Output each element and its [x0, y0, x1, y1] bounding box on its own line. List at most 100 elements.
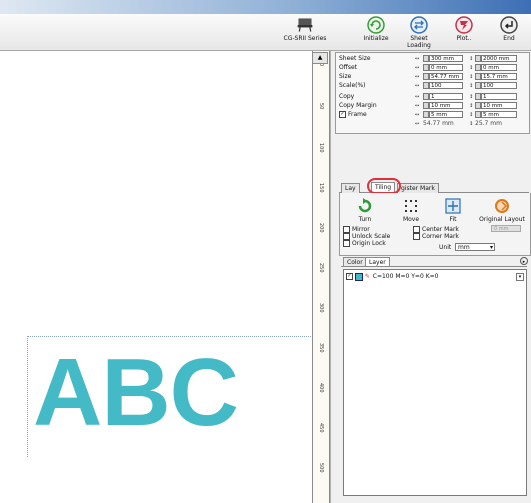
ruler-label: 500	[318, 463, 324, 473]
ruler-label: 100	[318, 143, 324, 153]
ruler-label: 400	[318, 383, 324, 393]
unit-select[interactable]: mm ▾	[455, 243, 495, 251]
tab-divider	[341, 266, 527, 267]
frame-checkbox[interactable]: ✓ Frame	[339, 111, 409, 119]
corner-mark-checkbox[interactable]: Corner Mark	[413, 233, 459, 240]
copy-y-field[interactable]: 1	[481, 93, 517, 100]
checkbox-box[interactable]	[413, 226, 420, 233]
unlock-scale-checkbox[interactable]: Unlock Scale	[343, 233, 390, 240]
refresh-icon	[367, 16, 385, 34]
checkbox-box[interactable]	[413, 233, 420, 240]
color-list: ✓ ✎ C=100 M=0 Y=0 K=0 ▾	[343, 269, 527, 496]
origin-lock-checkbox[interactable]: Origin Lock	[343, 240, 386, 247]
ruler-label: 250	[318, 263, 324, 273]
swap-arrows-icon	[410, 16, 428, 34]
ruler-label: 450	[318, 423, 324, 433]
rotate-icon	[358, 198, 372, 213]
ruler-label: 150	[318, 183, 324, 193]
checkbox-icon[interactable]: ✓	[346, 273, 353, 280]
copy-x-field[interactable]: 1	[429, 93, 463, 100]
horizontal-arrow-icon: ↔	[415, 65, 420, 71]
chevron-down-icon[interactable]: ▾	[516, 273, 524, 281]
list-item[interactable]: ✓ ✎ C=100 M=0 Y=0 K=0 ▾	[346, 272, 524, 281]
vertical-arrow-icon: ↕	[469, 94, 474, 100]
move-button[interactable]: Move	[399, 198, 423, 223]
tab-register-mark[interactable]: gister Mark	[397, 183, 439, 193]
end-button[interactable]: End	[498, 16, 520, 42]
horizontal-arrow-icon: ↔	[415, 112, 420, 118]
copy-margin-y-field[interactable]: 10 mm	[481, 102, 517, 109]
initialize-label: Initialize	[363, 35, 389, 42]
vertical-arrow-icon: ↕	[469, 112, 474, 118]
sheet-width-field[interactable]: 300 mm	[429, 55, 463, 62]
center-mark-label: Center Mark	[422, 226, 459, 233]
size-x-field[interactable]: 54.77 mm	[429, 73, 463, 80]
fit-label: Fit	[449, 216, 457, 223]
settings-row: Scale(%) ↔ 100 ↕ 100	[339, 82, 529, 90]
unit-value: mm	[458, 244, 470, 251]
vertical-arrow-icon: ↕	[469, 121, 474, 127]
pen-icon: ✎	[364, 272, 370, 280]
offset-y-field[interactable]: 0 mm	[481, 64, 517, 71]
fit-button[interactable]: Fit	[441, 198, 465, 223]
color-swatch-icon	[354, 272, 363, 281]
scale-x-field[interactable]: 100	[429, 82, 463, 89]
vertical-arrow-icon: ↕	[469, 103, 474, 109]
move-label: Move	[402, 216, 420, 223]
settings-label: Copy	[339, 93, 355, 100]
sheet-height-field[interactable]: 2000 mm	[481, 55, 517, 62]
checkbox-box[interactable]	[343, 240, 350, 247]
horizontal-arrow-icon: ↔	[415, 103, 420, 109]
center-mark-checkbox[interactable]: Center Mark	[413, 226, 459, 233]
color-entry-label: C=100 M=0 Y=0 K=0	[372, 273, 439, 280]
expand-arrow-icon[interactable]: ▸	[520, 257, 528, 265]
checkbox-box[interactable]	[343, 233, 350, 240]
plot-button[interactable]: Plot..	[452, 16, 476, 42]
original-layout-label: Original Layout	[479, 216, 525, 223]
copy-margin-x-field[interactable]: 10 mm	[429, 102, 463, 109]
ruler-label: 350	[318, 343, 324, 353]
settings-label: Copy Margin	[339, 102, 377, 109]
ruler-label: 50	[318, 103, 324, 110]
device-button[interactable]: CG-SRII Series	[282, 16, 328, 42]
ruler-label: 300	[318, 303, 324, 313]
settings-label: Sheet Size	[339, 55, 371, 62]
vertical-arrow-icon: ↕	[469, 83, 474, 89]
scroll-up-button[interactable]: ▲	[312, 52, 328, 64]
tab-layout[interactable]: Lay	[341, 183, 360, 193]
frame-x-field[interactable]: 5 mm	[429, 111, 463, 118]
horizontal-arrow-icon: ↔	[415, 56, 420, 62]
horizontal-arrow-icon: ↔	[415, 83, 420, 89]
frame-checkmark-icon[interactable]: ✓	[339, 111, 346, 118]
offset-x-field[interactable]: 0 mm	[429, 64, 463, 71]
settings-label: Offset	[339, 64, 358, 71]
settings-row: Size ↔ 54.77 mm ↕ 15.7 mm	[339, 73, 529, 81]
total-width-value: 54.77 mm	[423, 120, 454, 127]
mirror-checkbox[interactable]: Mirror	[343, 226, 370, 233]
sheet-loading-button[interactable]: Sheet Loading	[400, 16, 438, 49]
frame-y-field[interactable]: 5 mm	[481, 111, 517, 118]
size-y-field[interactable]: 15.7 mm	[481, 73, 517, 80]
horizontal-arrow-icon: ↔	[415, 94, 420, 100]
origin-lock-label: Origin Lock	[352, 240, 386, 247]
scale-y-field[interactable]: 100	[481, 82, 517, 89]
settings-label: Size	[339, 73, 352, 80]
plot-label: Plot..	[456, 35, 472, 42]
mark-size-field: 0 mm	[491, 225, 521, 232]
title-bar	[0, 0, 531, 14]
frame-label: Frame	[348, 111, 367, 118]
turn-label: Turn	[358, 216, 372, 223]
vertical-arrow-icon: ↕	[469, 65, 474, 71]
unit-label: Unit	[439, 244, 452, 251]
settings-row: ✓ Frame ↔ 5 mm ↕ 5 mm	[339, 111, 529, 119]
mirror-label: Mirror	[352, 226, 370, 233]
original-layout-button[interactable]: Original Layout	[479, 198, 525, 223]
artwork-text[interactable]: ABC	[33, 345, 239, 441]
corner-mark-label: Corner Mark	[422, 233, 459, 240]
checkbox-box[interactable]	[343, 226, 350, 233]
plotter-icon	[297, 18, 313, 32]
move-icon	[405, 200, 417, 212]
end-label: End	[503, 35, 515, 42]
initialize-button[interactable]: Initialize	[362, 16, 390, 42]
turn-button[interactable]: Turn	[353, 198, 377, 223]
